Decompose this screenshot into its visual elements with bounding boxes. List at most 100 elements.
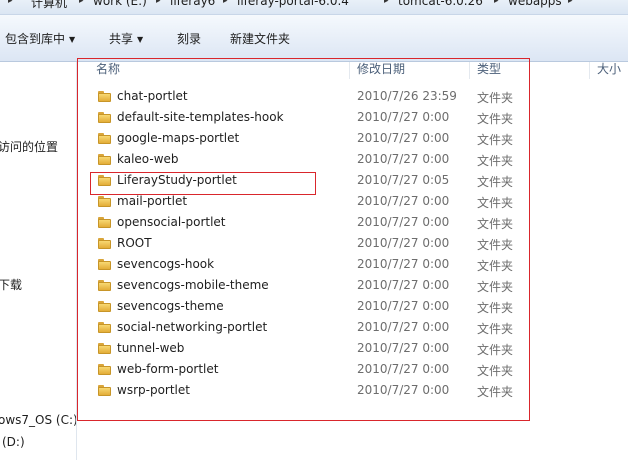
file-date: 2010/7/27 0:00 xyxy=(357,215,450,229)
folder-icon xyxy=(98,112,111,123)
file-type: 文件夹 xyxy=(477,322,514,336)
table-row[interactable]: ROOT 2010/7/27 0:00 文件夹 xyxy=(77,235,628,256)
chevron-right-icon[interactable]: ▸ xyxy=(79,0,84,6)
column-type[interactable]: 类型 xyxy=(477,62,501,79)
file-date: 2010/7/26 23:59 xyxy=(357,89,457,103)
column-date[interactable]: 修改日期 xyxy=(357,62,405,79)
file-name: tunnel-web xyxy=(117,341,185,355)
file-type: 文件夹 xyxy=(477,112,514,126)
folder-icon xyxy=(98,280,111,291)
table-row[interactable]: mail-portlet 2010/7/27 0:00 文件夹 xyxy=(77,193,628,214)
file-date: 2010/7/27 0:00 xyxy=(357,383,450,397)
file-type: 文件夹 xyxy=(477,133,514,147)
file-name: web-form-portlet xyxy=(117,362,219,376)
file-name: default-site-templates-hook xyxy=(117,110,284,124)
breadcrumb: ▸ 计算机 ▸ work (E:) ▸ liferay6 ▸ liferay-p… xyxy=(0,0,628,15)
include-in-library-button[interactable]: 包含到库中 ▼ xyxy=(5,31,75,47)
table-row[interactable]: chat-portlet 2010/7/26 23:59 文件夹 xyxy=(77,88,628,109)
navigation-pane: 访问的位置 下载 ows7_OS (C:) (D:) xyxy=(0,62,77,460)
file-date: 2010/7/27 0:00 xyxy=(357,341,450,355)
file-date: 2010/7/27 0:00 xyxy=(357,194,450,208)
file-type: 文件夹 xyxy=(477,175,514,189)
file-date: 2010/7/27 0:00 xyxy=(357,362,450,376)
file-date: 2010/7/27 0:00 xyxy=(357,236,450,250)
column-name[interactable]: 名称 xyxy=(96,62,120,79)
table-row[interactable]: tunnel-web 2010/7/27 0:00 文件夹 xyxy=(77,340,628,361)
chevron-right-icon[interactable]: ▸ xyxy=(8,0,13,6)
file-name: opensocial-portlet xyxy=(117,215,226,229)
file-name: mail-portlet xyxy=(117,194,188,208)
file-date: 2010/7/27 0:00 xyxy=(357,320,450,334)
breadcrumb-computer[interactable]: 计算机 xyxy=(31,0,67,11)
share-button[interactable]: 共享 ▼ xyxy=(109,31,143,47)
folder-icon xyxy=(98,91,111,102)
file-type: 文件夹 xyxy=(477,238,514,252)
share-label: 共享 xyxy=(109,32,134,46)
file-date: 2010/7/27 0:00 xyxy=(357,299,450,313)
column-size[interactable]: 大小 xyxy=(597,62,621,79)
table-row[interactable]: sevencogs-theme 2010/7/27 0:00 文件夹 xyxy=(77,298,628,319)
file-date: 2010/7/27 0:00 xyxy=(357,278,450,292)
file-name: chat-portlet xyxy=(117,89,188,103)
folder-icon xyxy=(98,364,111,375)
file-type: 文件夹 xyxy=(477,364,514,378)
file-date: 2010/7/27 0:05 xyxy=(357,173,450,187)
table-row[interactable]: web-form-portlet 2010/7/27 0:00 文件夹 xyxy=(77,361,628,382)
file-date: 2010/7/27 0:00 xyxy=(357,110,450,124)
chevron-right-icon[interactable]: ▸ xyxy=(568,0,573,6)
nav-item-d-drive[interactable]: (D:) xyxy=(2,435,25,449)
table-row[interactable]: kaleo-web 2010/7/27 0:00 文件夹 xyxy=(77,151,628,172)
new-folder-button[interactable]: 新建文件夹 xyxy=(230,31,290,47)
chevron-right-icon[interactable]: ▸ xyxy=(494,0,499,6)
file-type: 文件夹 xyxy=(477,154,514,168)
column-header: 名称 修改日期 类型 大小 xyxy=(77,62,628,79)
chevron-right-icon[interactable]: ▸ xyxy=(223,0,228,6)
table-row[interactable]: sevencogs-mobile-theme 2010/7/27 0:00 文件夹 xyxy=(77,277,628,298)
folder-icon xyxy=(98,385,111,396)
folder-icon xyxy=(98,217,111,228)
file-name: social-networking-portlet xyxy=(117,320,268,334)
table-row[interactable]: opensocial-portlet 2010/7/27 0:00 文件夹 xyxy=(77,214,628,235)
nav-item-recent-places[interactable]: 访问的位置 xyxy=(0,138,58,155)
nav-item-downloads[interactable]: 下载 xyxy=(0,276,22,293)
folder-icon xyxy=(98,238,111,249)
chevron-right-icon[interactable]: ▸ xyxy=(384,0,389,6)
table-row[interactable]: LiferayStudy-portlet 2010/7/27 0:05 文件夹 xyxy=(77,172,628,193)
file-name: LiferayStudy-portlet xyxy=(117,173,237,187)
breadcrumb-tomcat[interactable]: tomcat-6.0.26 xyxy=(398,0,483,8)
file-type: 文件夹 xyxy=(477,196,514,210)
column-divider[interactable] xyxy=(469,62,470,79)
table-row[interactable]: sevencogs-hook 2010/7/27 0:00 文件夹 xyxy=(77,256,628,277)
nav-item-c-drive[interactable]: ows7_OS (C:) xyxy=(0,413,76,427)
file-date: 2010/7/27 0:00 xyxy=(357,152,450,166)
column-divider[interactable] xyxy=(589,62,590,79)
file-name: kaleo-web xyxy=(117,152,179,166)
folder-icon xyxy=(98,154,111,165)
folder-icon xyxy=(98,301,111,312)
table-row[interactable]: wsrp-portlet 2010/7/27 0:00 文件夹 xyxy=(77,382,628,403)
table-row[interactable]: default-site-templates-hook 2010/7/27 0:0… xyxy=(77,109,628,130)
breadcrumb-webapps[interactable]: webapps xyxy=(508,0,562,8)
folder-icon xyxy=(98,133,111,144)
file-type: 文件夹 xyxy=(477,343,514,357)
breadcrumb-liferay-portal[interactable]: liferay-portal-6.0.4 xyxy=(237,0,349,8)
burn-button[interactable]: 刻录 xyxy=(177,31,201,47)
file-name: google-maps-portlet xyxy=(117,131,240,145)
file-date: 2010/7/27 0:00 xyxy=(357,131,450,145)
file-type: 文件夹 xyxy=(477,385,514,399)
folder-icon xyxy=(98,175,111,186)
breadcrumb-work-drive[interactable]: work (E:) xyxy=(93,0,147,8)
breadcrumb-liferay6[interactable]: liferay6 xyxy=(170,0,215,8)
file-date: 2010/7/27 0:00 xyxy=(357,257,450,271)
chevron-right-icon[interactable]: ▸ xyxy=(156,0,161,6)
toolbar: 包含到库中 ▼ 共享 ▼ 刻录 新建文件夹 xyxy=(0,15,628,62)
column-divider[interactable] xyxy=(349,62,350,79)
file-type: 文件夹 xyxy=(477,91,514,105)
file-type: 文件夹 xyxy=(477,217,514,231)
chevron-down-icon: ▼ xyxy=(137,35,144,44)
file-type: 文件夹 xyxy=(477,301,514,315)
table-row[interactable]: google-maps-portlet 2010/7/27 0:00 文件夹 xyxy=(77,130,628,151)
file-name: wsrp-portlet xyxy=(117,383,190,397)
file-type: 文件夹 xyxy=(477,280,514,294)
table-row[interactable]: social-networking-portlet 2010/7/27 0:00 文… xyxy=(77,319,628,340)
